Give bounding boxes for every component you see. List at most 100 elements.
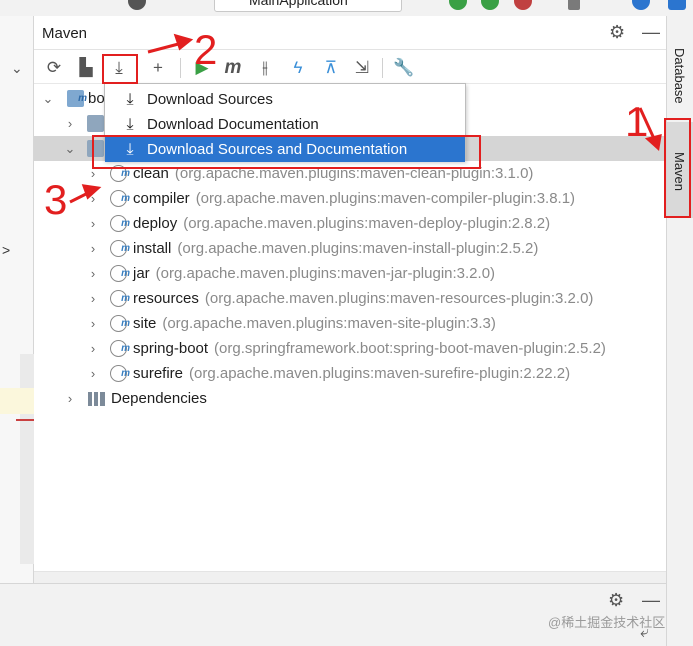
plugin-coordinates: (org.apache.maven.plugins:maven-site-plu…	[162, 315, 496, 332]
chevron-right-icon[interactable]: ›	[87, 261, 99, 286]
plugin-icon	[110, 286, 130, 311]
plugin-coordinates: (org.apache.maven.plugins:maven-jar-plug…	[155, 265, 496, 282]
horizontal-scrollbar[interactable]	[34, 571, 666, 583]
plugin-coordinates: (org.apache.maven.plugins:maven-compiler…	[195, 190, 576, 207]
tree-row-plugin[interactable]: › deploy (org.apache.maven.plugins:maven-d…	[34, 211, 666, 236]
skip-tests-icon[interactable]: ϟ	[286, 56, 310, 80]
plugin-label: compiler (org.apache.maven.plugins:maven-…	[133, 186, 575, 211]
chevron-right-icon[interactable]: ›	[87, 211, 99, 236]
minimize-icon[interactable]: —	[642, 22, 660, 43]
chevron-right-icon[interactable]: ›	[87, 236, 99, 261]
tree-row-plugin[interactable]: › jar (org.apache.maven.plugins:maven-jar-…	[34, 261, 666, 286]
stop-icon[interactable]	[568, 0, 580, 10]
chevron-right-icon[interactable]: ›	[64, 386, 76, 411]
plugin-icon	[110, 236, 130, 261]
run-configuration-select[interactable]: MainApplication	[214, 0, 402, 12]
chevron-right-icon[interactable]: ›	[87, 186, 99, 211]
show-dependencies-icon[interactable]: ⊼	[319, 56, 343, 80]
chevron-right-icon[interactable]: ›	[87, 361, 99, 386]
editor-gutter-area	[20, 354, 34, 564]
tab-database[interactable]: Database	[667, 26, 693, 122]
panel-header: Maven ⚙ —	[34, 16, 666, 50]
toolbar-separator	[180, 58, 181, 78]
bottom-tool-strip: ⚙ — @稀土掘金技术社区 ⤶	[0, 583, 666, 646]
chevron-right-icon[interactable]: ›	[87, 311, 99, 336]
download-icon: ⤓	[126, 91, 134, 108]
plugin-icon	[110, 211, 130, 236]
back-arrow-icon[interactable]	[186, 0, 204, 10]
chevron-down-icon[interactable]: ⌄	[11, 60, 23, 77]
chevron-right-icon[interactable]: ›	[64, 111, 76, 136]
plugin-name: compiler	[133, 190, 190, 207]
menu-item-label: Download Documentation	[147, 116, 319, 133]
dependencies-icon	[88, 392, 105, 406]
annotation-box-download	[102, 54, 138, 84]
plugin-coordinates: (org.apache.maven.plugins:maven-install-…	[177, 240, 539, 257]
plugin-icon	[110, 311, 130, 336]
collapse-all-icon[interactable]: ⇲	[350, 56, 374, 80]
lifecycle-icon	[87, 115, 104, 132]
coverage-icon[interactable]	[481, 0, 499, 10]
project-name: bo	[88, 90, 105, 107]
debug-icon[interactable]	[449, 0, 467, 10]
chevron-right-icon[interactable]: ›	[87, 336, 99, 361]
gear-icon[interactable]: ⚙	[608, 590, 624, 611]
toggle-offline-icon[interactable]: ⫲	[253, 56, 277, 80]
chevron-down-icon[interactable]: ⌄	[42, 86, 54, 111]
current-line-highlight	[0, 388, 34, 414]
chevron-down-icon[interactable]: ⌄	[64, 136, 76, 161]
tree-row-dependencies[interactable]: › Dependencies	[34, 386, 666, 411]
plugin-coordinates: (org.apache.maven.plugins:maven-deploy-p…	[183, 215, 551, 232]
generate-sources-icon[interactable]: ▙	[74, 56, 98, 80]
plugin-icon	[110, 361, 130, 386]
minimize-icon[interactable]: —	[642, 590, 660, 611]
plugin-name: jar	[133, 265, 150, 282]
plugin-name: deploy	[133, 215, 178, 232]
annotation-number-1: 1	[625, 98, 649, 145]
main-toolbar-strip: MainApplication	[0, 0, 693, 16]
plugin-name: spring-boot	[133, 340, 209, 357]
plugin-label: site (org.apache.maven.plugins:maven-site…	[133, 311, 496, 336]
tree-row-plugin[interactable]: › compiler (org.apache.maven.plugins:maven…	[34, 186, 666, 211]
settings-wrench-icon[interactable]: 🔧	[392, 56, 416, 80]
plugin-name: resources	[133, 290, 199, 307]
execute-goal-icon[interactable]: m	[221, 56, 245, 80]
plugin-label: deploy (org.apache.maven.plugins:maven-de…	[133, 211, 550, 236]
plugin-icon[interactable]	[668, 0, 686, 10]
menu-item-download-documentation[interactable]: ⤓ Download Documentation	[105, 112, 465, 137]
info-icon[interactable]	[632, 0, 650, 10]
soft-wrap-icon[interactable]: ⤶	[640, 624, 649, 642]
plugin-name: site	[133, 315, 157, 332]
annotation-number-2: 2	[194, 26, 218, 73]
annotation-box-menu-item	[92, 135, 481, 169]
plugin-label: spring-boot (org.springframework.boot:spr…	[133, 336, 606, 361]
plugin-name: install	[133, 240, 172, 257]
tree-row-plugin[interactable]: › surefire (org.apache.maven.plugins:maven…	[34, 361, 666, 386]
plugin-name: surefire	[133, 365, 184, 382]
tree-row-plugin[interactable]: › install (org.apache.maven.plugins:maven-…	[34, 236, 666, 261]
right-tool-strip: Database Maven	[666, 16, 693, 646]
tree-row-plugin[interactable]: › spring-boot (org.springframework.boot:sp…	[34, 336, 666, 361]
panel-title: Maven	[42, 25, 88, 42]
annotation-number-3: 3	[44, 176, 68, 223]
tree-row-plugin[interactable]: › site (org.apache.maven.plugins:maven-sit…	[34, 311, 666, 336]
user-icon[interactable]	[128, 0, 146, 10]
plugin-label: install (org.apache.maven.plugins:maven-i…	[133, 236, 538, 261]
plugin-label: jar (org.apache.maven.plugins:maven-jar-p…	[133, 261, 495, 286]
profile-icon[interactable]	[514, 0, 532, 10]
editor-gutter: ⌄ >	[0, 16, 34, 583]
gear-icon[interactable]: ⚙	[609, 22, 625, 43]
reload-icon[interactable]: ⟳	[42, 56, 66, 80]
menu-item-label: Download Sources	[147, 91, 273, 108]
plugin-coordinates: (org.apache.maven.plugins:maven-surefire…	[189, 365, 571, 382]
plugin-coordinates: (org.springframework.boot:spring-boot-ma…	[214, 340, 606, 357]
tree-row-plugin[interactable]: › resources (org.apache.maven.plugins:mave…	[34, 286, 666, 311]
add-icon[interactable]: +	[146, 56, 170, 80]
tab-database-label: Database	[672, 48, 687, 104]
download-icon: ⤓	[126, 116, 134, 133]
maven-project-icon	[67, 86, 87, 111]
chevron-right-icon[interactable]: ›	[87, 286, 99, 311]
menu-item-download-sources[interactable]: ⤓ Download Sources	[105, 87, 465, 112]
chevron-right-icon[interactable]: >	[2, 242, 10, 258]
plugin-label: surefire (org.apache.maven.plugins:maven-…	[133, 361, 570, 386]
